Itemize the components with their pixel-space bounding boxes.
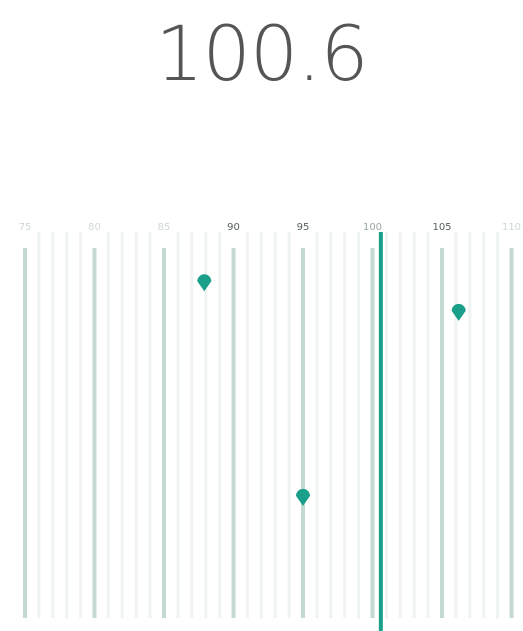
scale-label: 95	[297, 222, 310, 233]
scale-label: 75	[19, 222, 32, 233]
station-marker-icon[interactable]	[197, 274, 212, 292]
major-ticks	[23, 248, 514, 618]
scale-label: 80	[88, 222, 101, 233]
scale-label: 85	[158, 222, 171, 233]
station-marker-icon[interactable]	[451, 303, 466, 321]
dial-canvas[interactable]: 75 80 85 90 95 100 105 110	[0, 0, 523, 631]
scale-label: 100	[363, 222, 382, 233]
station-marker-icon[interactable]	[296, 488, 310, 506]
frequency-dial[interactable]: 75 80 85 90 95 100 105 110	[0, 0, 523, 631]
minor-ticks	[37, 232, 500, 618]
scale-labels: 75 80 85 90 95 100 105 110	[19, 222, 521, 233]
scale-label: 105	[432, 222, 451, 233]
scale-label: 110	[502, 222, 521, 233]
scale-label: 90	[227, 222, 240, 233]
